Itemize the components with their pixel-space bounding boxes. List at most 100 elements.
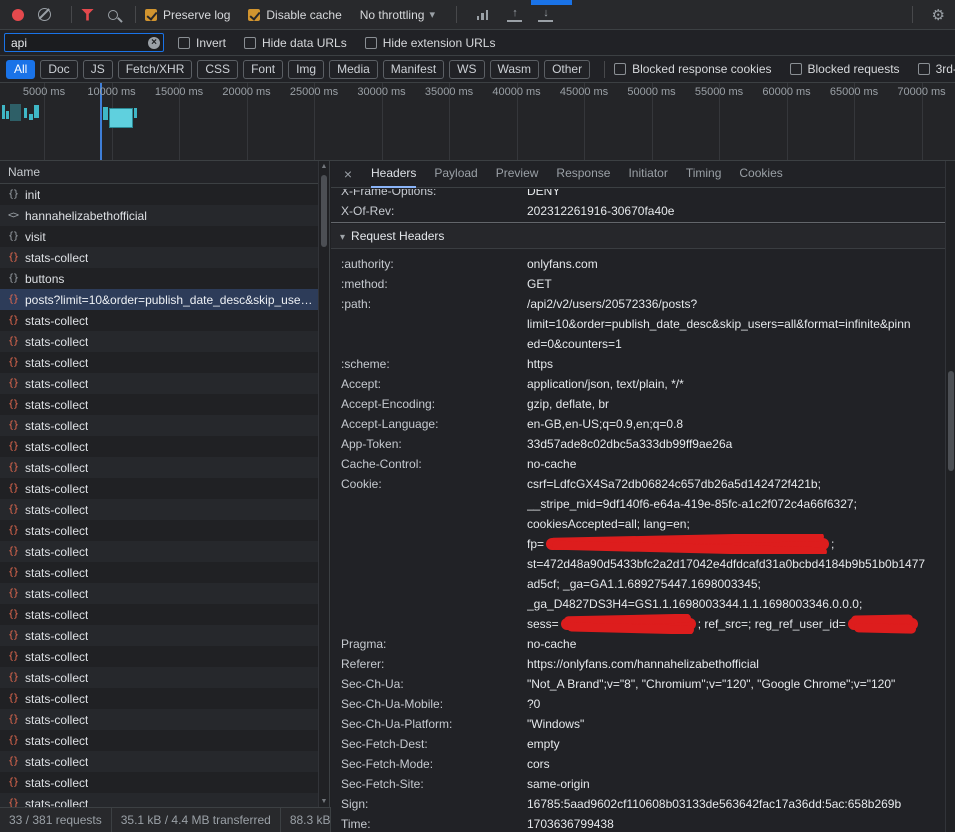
filter-chip-img[interactable]: Img [288, 60, 324, 79]
export-har-icon[interactable] [538, 8, 553, 22]
request-row[interactable]: {}stats-collect [0, 604, 329, 625]
request-row[interactable]: {}stats-collect [0, 772, 329, 793]
timeline-overview[interactable]: 5000 ms10000 ms15000 ms20000 ms25000 ms3… [0, 83, 955, 161]
checkbox-hide-extension-urls[interactable]: Hide extension URLs [365, 36, 496, 50]
checkbox-invert[interactable]: Invert [178, 36, 226, 50]
filter-chip-wasm[interactable]: Wasm [490, 60, 540, 79]
request-row[interactable]: {}stats-collect [0, 646, 329, 667]
record-button[interactable] [12, 9, 24, 21]
request-row[interactable]: {}visit [0, 226, 329, 247]
request-row[interactable]: {}stats-collect [0, 436, 329, 457]
tab-headers[interactable]: Headers [371, 161, 416, 188]
checkbox-3rd-party-requests[interactable]: 3rd-party requests [918, 62, 955, 76]
request-name: posts?limit=10&order=publish_date_desc&s… [25, 293, 316, 307]
tab-response[interactable]: Response [556, 161, 610, 188]
checkbox-label: 3rd-party requests [936, 62, 955, 76]
request-headers-section[interactable]: Request Headers [331, 224, 945, 249]
extra-filter-checkbox-group: Blocked response cookies Blocked requests… [614, 62, 955, 76]
request-row[interactable]: {}stats-collect [0, 373, 329, 394]
scroll-down-button[interactable] [319, 796, 329, 807]
request-row[interactable]: <>hannahelizabethofficial [0, 205, 329, 226]
request-type-icon: {} [8, 777, 25, 788]
tab-initiator[interactable]: Initiator [628, 161, 667, 188]
request-row[interactable]: {}stats-collect [0, 583, 329, 604]
header-name: Sec-Fetch-Mode: [331, 754, 527, 774]
throttling-dropdown[interactable]: No throttling [360, 8, 435, 22]
preserve-log-checkbox[interactable]: Preserve log [145, 8, 230, 22]
request-name: stats-collect [25, 314, 88, 328]
request-row[interactable]: {}stats-collect [0, 415, 329, 436]
timeline-tick-label: 30000 ms [348, 86, 416, 98]
clear-button[interactable] [38, 8, 51, 21]
request-row[interactable]: {}stats-collect [0, 709, 329, 730]
filter-chip-doc[interactable]: Doc [40, 60, 77, 79]
checkbox-icon [244, 37, 256, 49]
import-har-icon[interactable] [507, 8, 522, 22]
request-row[interactable]: {}stats-collect [0, 352, 329, 373]
request-type-icon: {} [8, 231, 25, 242]
disable-cache-checkbox[interactable]: Disable cache [248, 8, 341, 22]
request-row[interactable]: {}stats-collect [0, 625, 329, 646]
request-type-icon: {} [8, 546, 25, 557]
request-row[interactable]: {}stats-collect [0, 730, 329, 751]
request-row[interactable]: {}stats-collect [0, 247, 329, 268]
name-column-header[interactable]: Name [0, 161, 329, 184]
header-row: :scheme:https [331, 354, 945, 374]
overview-activity-bar [6, 111, 9, 119]
request-row[interactable]: {}stats-collect [0, 478, 329, 499]
request-row[interactable]: {}stats-collect [0, 457, 329, 478]
tab-payload[interactable]: Payload [434, 161, 477, 188]
request-row[interactable]: {}stats-collect [0, 394, 329, 415]
request-name: stats-collect [25, 251, 88, 265]
scrollbar-thumb[interactable] [321, 175, 327, 247]
checkbox-blocked-response-cookies[interactable]: Blocked response cookies [614, 62, 771, 76]
request-row[interactable]: {}stats-collect [0, 310, 329, 331]
gear-icon[interactable] [932, 6, 945, 24]
request-row[interactable]: {}stats-collect [0, 667, 329, 688]
search-icon[interactable] [108, 10, 118, 20]
timeline-tick-label: 60000 ms [753, 86, 821, 98]
request-row[interactable]: {}init [0, 184, 329, 205]
tab-preview[interactable]: Preview [496, 161, 539, 188]
request-row[interactable]: {}stats-collect [0, 793, 329, 807]
filter-chip-font[interactable]: Font [243, 60, 283, 79]
filter-chip-fetch-xhr[interactable]: Fetch/XHR [118, 60, 193, 79]
request-row[interactable]: {}posts?limit=10&order=publish_date_desc… [0, 289, 329, 310]
filter-chip-ws[interactable]: WS [449, 60, 484, 79]
checkbox-blocked-requests[interactable]: Blocked requests [790, 62, 900, 76]
filter-input[interactable] [4, 33, 164, 52]
filter-chip-js[interactable]: JS [83, 60, 113, 79]
filter-icon[interactable] [81, 9, 94, 21]
filter-chip-other[interactable]: Other [544, 60, 590, 79]
request-row[interactable]: {}stats-collect [0, 541, 329, 562]
details-scrollbar[interactable] [945, 161, 955, 832]
checkbox-hide-data-urls[interactable]: Hide data URLs [244, 36, 347, 50]
tab-timing[interactable]: Timing [686, 161, 722, 188]
request-list-scrollbar[interactable] [318, 161, 329, 807]
filter-chip-media[interactable]: Media [329, 60, 378, 79]
request-row[interactable]: {}stats-collect [0, 520, 329, 541]
request-row[interactable]: {}stats-collect [0, 688, 329, 709]
request-row[interactable]: {}buttons [0, 268, 329, 289]
request-row[interactable]: {}stats-collect [0, 751, 329, 772]
section-title: Request Headers [351, 229, 444, 243]
redaction-scribble [546, 538, 829, 550]
clear-filter-icon[interactable] [148, 37, 160, 49]
tab-cookies[interactable]: Cookies [739, 161, 782, 188]
header-value: no-cache [527, 634, 945, 654]
request-row[interactable]: {}stats-collect [0, 331, 329, 352]
filter-chip-all[interactable]: All [6, 60, 35, 79]
request-row[interactable]: {}stats-collect [0, 499, 329, 520]
redaction-scribble [848, 618, 918, 630]
header-value: onlyfans.com [527, 254, 945, 274]
timeline-tick-label: 5000 ms [10, 86, 78, 98]
timeline-tick-label: 25000 ms [280, 86, 348, 98]
filter-chip-manifest[interactable]: Manifest [383, 60, 444, 79]
network-conditions-icon[interactable] [477, 10, 489, 20]
request-name: buttons [25, 272, 64, 286]
scroll-up-button[interactable] [319, 161, 329, 172]
request-row[interactable]: {}stats-collect [0, 562, 329, 583]
filter-chip-css[interactable]: CSS [197, 60, 238, 79]
close-icon[interactable] [341, 166, 355, 182]
scrollbar-thumb[interactable] [948, 371, 954, 471]
